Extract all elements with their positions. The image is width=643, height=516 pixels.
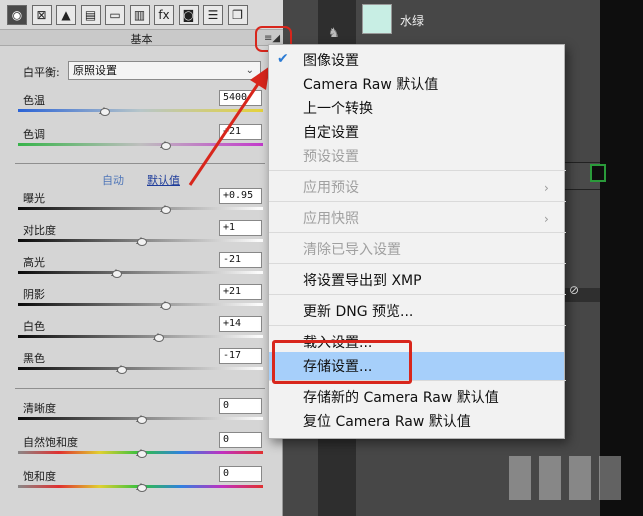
slider-value-field[interactable]: -17 <box>219 348 262 364</box>
slider-thumb[interactable] <box>111 269 122 278</box>
aperture-icon[interactable]: ◉ <box>7 5 27 25</box>
slider-value-field[interactable]: +21 <box>219 284 262 300</box>
annotation-box <box>272 340 412 384</box>
menu-item[interactable]: 复位 Camera Raw 默认值 <box>303 412 471 432</box>
menu-item: 清除已导入设置 <box>303 242 401 258</box>
slider-thumb[interactable] <box>115 365 127 374</box>
snapshots-icon[interactable]: ❐ <box>227 5 248 25</box>
checkmark-icon: ✔ <box>277 51 289 67</box>
slider-value-field[interactable]: +0.95 <box>219 188 262 204</box>
menu-separator <box>269 170 566 171</box>
menu-separator <box>269 263 566 264</box>
slider-label: 色温 <box>23 94 45 107</box>
slider-track[interactable] <box>18 271 263 274</box>
fx-icon[interactable]: fx <box>154 5 174 25</box>
slider-value-field[interactable]: 0 <box>219 466 262 482</box>
swatch-thumbnail[interactable] <box>362 4 392 34</box>
slider-value-field[interactable]: +1 <box>219 220 262 236</box>
watermark-logo <box>509 456 621 500</box>
slider-label: 饱和度 <box>23 470 56 483</box>
slider-value-field[interactable]: -21 <box>219 252 262 268</box>
menu-item: 预设设置 <box>303 149 359 165</box>
slider-track[interactable] <box>18 335 263 338</box>
slider-label: 白色 <box>23 320 45 333</box>
white-balance-value: 原照设置 <box>73 64 117 77</box>
presets-icon[interactable]: ☰ <box>203 5 223 25</box>
annotation-arrow <box>188 66 270 186</box>
swatch-label: 水绿 <box>400 14 425 28</box>
slider-thumb[interactable] <box>98 107 110 116</box>
triangle-icon[interactable]: ▲ <box>56 5 76 25</box>
white-balance-label: 白平衡: <box>23 66 60 79</box>
menu-item: 应用预设 <box>303 180 359 196</box>
slider-label: 曝光 <box>23 192 45 205</box>
divider <box>15 388 265 389</box>
menu-separator <box>269 232 566 233</box>
ghost-tool-icon: ♞ <box>328 26 340 41</box>
slider-thumb[interactable] <box>152 333 164 342</box>
slider-value-field[interactable]: 0 <box>219 398 262 414</box>
slider-label: 色调 <box>23 128 45 141</box>
menu-item[interactable]: 图像设置 <box>303 51 359 71</box>
hsl-icon[interactable]: ▤ <box>80 5 101 25</box>
slider-thumb[interactable] <box>160 301 171 310</box>
slider-label: 清晰度 <box>23 402 56 415</box>
panel-title-bar: 基本 <box>0 30 283 46</box>
slider-label: 对比度 <box>23 224 56 237</box>
slider-thumb[interactable] <box>135 237 147 246</box>
slider-thumb[interactable] <box>135 415 147 424</box>
auto-link[interactable]: 自动 <box>102 172 124 188</box>
slider-track[interactable] <box>18 303 263 306</box>
slider-value-field[interactable]: +14 <box>219 316 262 332</box>
menu-item[interactable]: 将设置导出到 XMP <box>303 271 422 291</box>
slider-track[interactable] <box>18 367 263 370</box>
camera-icon[interactable]: ◙ <box>178 5 199 25</box>
lens-icon[interactable]: ▥ <box>129 5 150 25</box>
slider-thumb[interactable] <box>160 141 171 150</box>
no-entry-icon: ⊘ <box>569 283 580 297</box>
chevron-right-icon: › <box>544 181 549 195</box>
menu-item[interactable]: 自定设置 <box>303 123 359 143</box>
menu-separator <box>269 325 566 326</box>
menu-item[interactable]: Camera Raw 默认值 <box>303 75 438 95</box>
slider-value-field[interactable]: 0 <box>219 432 262 448</box>
panel-title: 基本 <box>130 33 153 46</box>
menu-item[interactable]: 存储新的 Camera Raw 默认值 <box>303 388 499 408</box>
chevron-right-icon: › <box>544 212 549 226</box>
menu-item[interactable]: 上一个转换 <box>303 99 373 119</box>
split-tone-icon[interactable]: ▭ <box>105 5 125 25</box>
slider-label: 黑色 <box>23 352 45 365</box>
menu-separator <box>269 201 566 202</box>
green-indicator <box>590 164 606 182</box>
menu-item: 应用快照 <box>303 211 359 227</box>
slider-label: 阴影 <box>23 288 45 301</box>
slider-label: 自然饱和度 <box>23 436 78 449</box>
right-dark-edge <box>600 0 643 516</box>
slider-thumb[interactable] <box>135 483 147 492</box>
menu-separator <box>269 294 566 295</box>
slider-thumb[interactable] <box>160 205 171 214</box>
panel-tab-toolbar: ◉ ⊠ ▲ ▤ ▭ ▥ fx ◙ ☰ ❐ <box>0 0 283 30</box>
slider-thumb[interactable] <box>135 449 147 458</box>
slider-label: 高光 <box>23 256 45 269</box>
slider-track[interactable] <box>18 207 263 210</box>
menu-item[interactable]: 更新 DNG 预览... <box>303 302 413 322</box>
tone-curve-icon[interactable]: ⊠ <box>31 5 52 25</box>
